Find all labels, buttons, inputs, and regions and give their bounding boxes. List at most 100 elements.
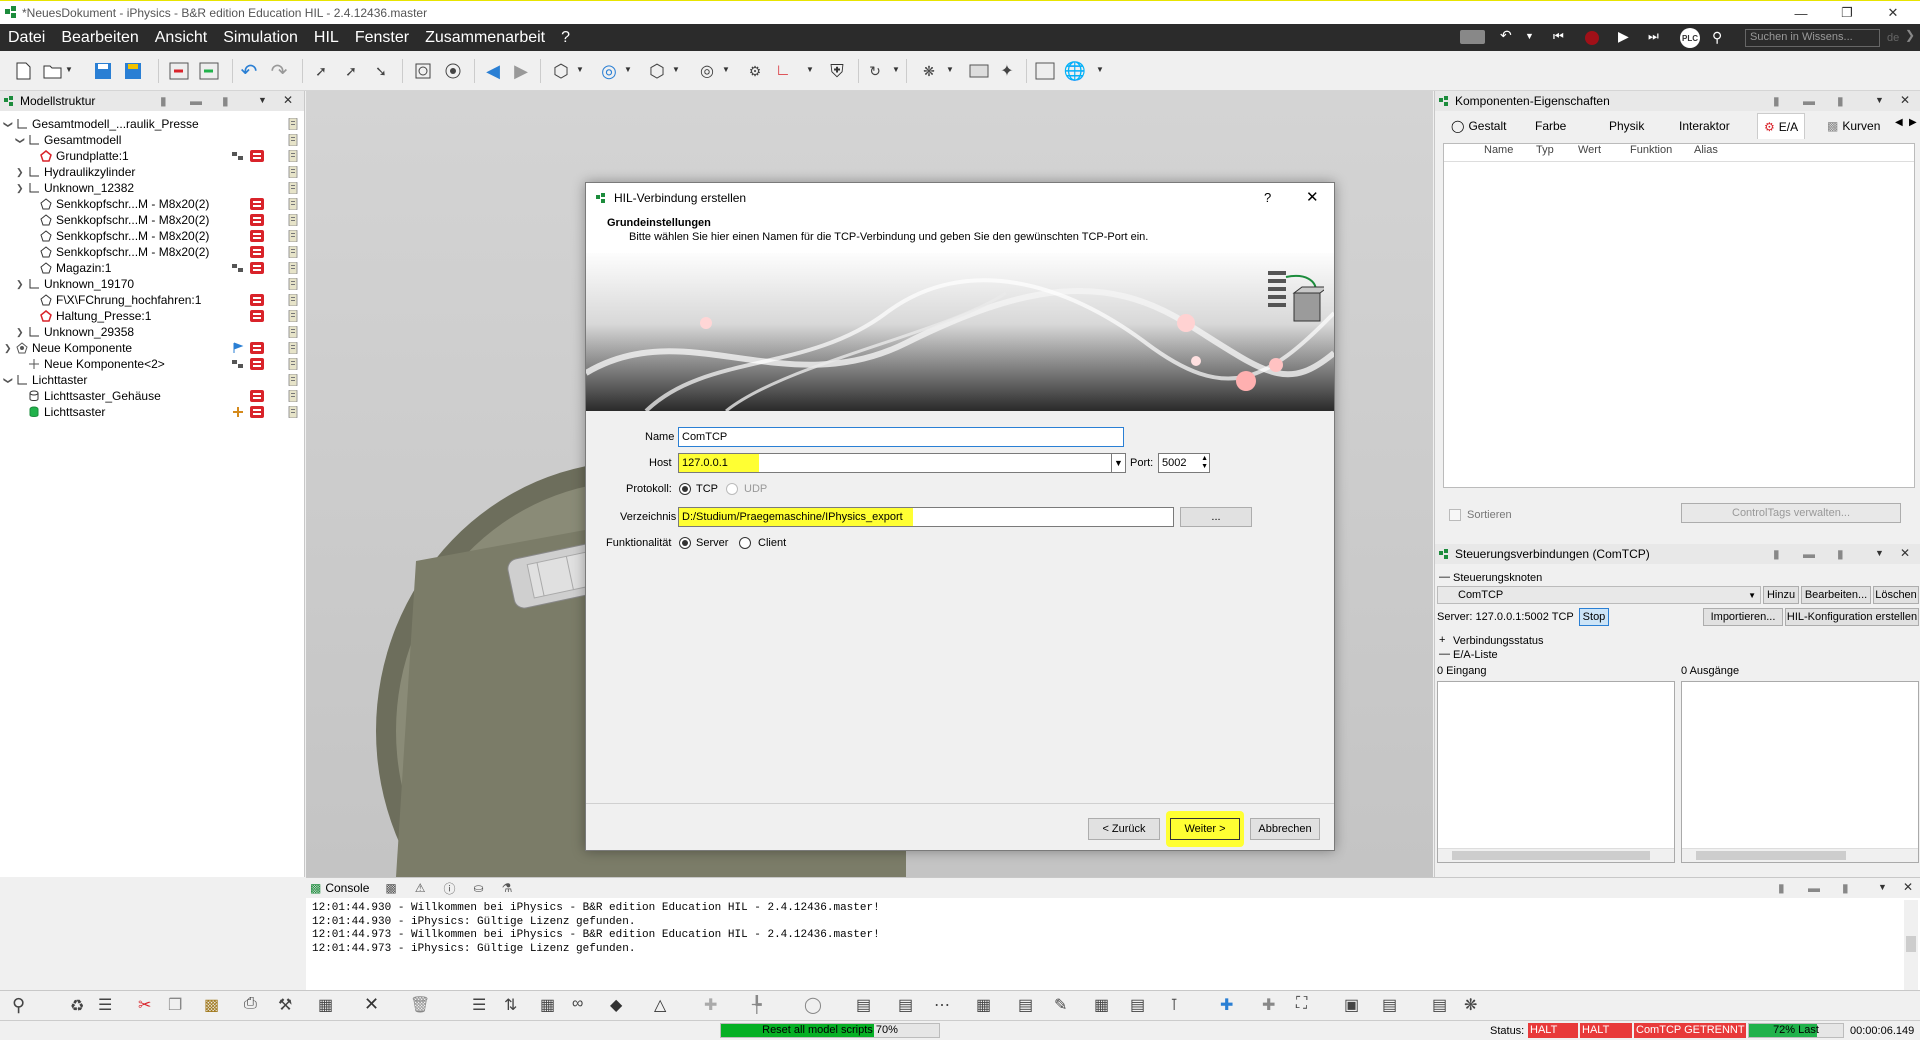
io-badge-icon[interactable] — [250, 390, 264, 402]
film-icon[interactable]: ▤ — [1432, 995, 1447, 1015]
warning-filter-icon[interactable]: ⚠ — [415, 881, 426, 895]
flag-icon[interactable] — [232, 342, 246, 354]
path-icon[interactable]: ↻ — [864, 60, 886, 82]
tree-item[interactable]: F\X\FChrung_hochfahren:1 — [0, 292, 300, 308]
gamepad-icon[interactable]: ⛶ — [1296, 995, 1307, 1013]
display-icon[interactable] — [968, 60, 990, 82]
server-radio[interactable] — [679, 537, 691, 549]
sort-icon[interactable]: ⇅ — [504, 995, 517, 1015]
chevron-right-icon[interactable]: ❯ — [16, 167, 24, 178]
col-alias[interactable]: Alias — [1694, 144, 1744, 161]
console-tab[interactable]: Console — [325, 881, 369, 895]
grid-view-icon[interactable] — [1460, 30, 1485, 44]
chevron-right-icon[interactable]: ❯ — [16, 183, 24, 194]
scrollbar[interactable] — [1438, 848, 1674, 862]
visibility-icon[interactable] — [288, 293, 300, 307]
chevron-down-icon[interactable]: ❯ — [2, 121, 13, 129]
chevron-down-icon[interactable]: ▼ — [946, 65, 954, 74]
io-badge-icon[interactable] — [250, 214, 264, 226]
tree-item[interactable]: ❯ Lichttaster — [0, 372, 300, 388]
skip-forward-icon[interactable]: ⏭ — [1648, 29, 1659, 44]
axis-icon[interactable]: ∟ — [772, 60, 794, 82]
visibility-icon[interactable] — [288, 341, 300, 355]
copy-icon[interactable]: ❐ — [168, 995, 182, 1015]
visibility-icon[interactable] — [288, 309, 300, 323]
menu-simulation[interactable]: Simulation — [215, 24, 306, 51]
minimize-panel-icon[interactable]: ▬ — [1803, 94, 1815, 108]
chevron-down-icon[interactable]: ▼ — [672, 65, 680, 74]
tree-item[interactable]: Magazin:1 — [0, 260, 300, 276]
chevron-down-icon[interactable]: ▼ — [722, 65, 730, 74]
skip-back-icon[interactable]: ⏮ — [1553, 29, 1564, 44]
new-document-icon[interactable] — [12, 60, 34, 82]
visibility-icon[interactable] — [288, 197, 300, 211]
tab-ea[interactable]: ⚙ E/A — [1757, 113, 1806, 139]
wand-icon[interactable]: ✦ — [996, 60, 1018, 82]
minimize-panel-icon[interactable]: ▬ — [1808, 881, 1820, 895]
status-label[interactable]: Verbindungsstatus — [1453, 635, 1544, 647]
chevron-down-icon[interactable]: ▼ — [892, 65, 900, 74]
tree-item[interactable]: Senkkopfschr...M - M8x20(2) — [0, 244, 300, 260]
scrollbar[interactable] — [1904, 900, 1918, 990]
io-badge-icon[interactable] — [250, 150, 264, 162]
plus-icon[interactable] — [232, 406, 246, 418]
tree-item[interactable]: Haltung_Presse:1 — [0, 308, 300, 324]
database-icon[interactable]: ⛀ — [474, 881, 484, 895]
add-item-icon[interactable]: ✚ — [1220, 995, 1233, 1015]
close-window-button[interactable]: ✕ — [1870, 1, 1916, 25]
menu-hil[interactable]: HIL — [306, 24, 347, 51]
visibility-icon[interactable] — [288, 229, 300, 243]
udp-radio[interactable] — [726, 483, 738, 495]
link-badge-icon[interactable] — [232, 150, 246, 162]
tree-item[interactable]: Grundplatte:1 — [0, 148, 300, 164]
play-icon[interactable]: ▶ — [1618, 28, 1629, 45]
io-table[interactable]: Name Typ Wert Funktion Alias — [1443, 143, 1915, 488]
arrow-left-icon[interactable]: ◀ — [482, 60, 504, 82]
spin-arrows-icon[interactable]: ▲ ▼ — [1201, 455, 1208, 471]
node-select[interactable]: ComTCP ▼ — [1437, 586, 1761, 604]
tree-item[interactable]: ❯ Unknown_12382 — [0, 180, 300, 196]
col-typ[interactable]: Typ — [1536, 144, 1578, 161]
chevron-right-icon[interactable]: ❯ — [16, 279, 24, 290]
link-badge-icon[interactable] — [232, 262, 246, 274]
menu-expand-icon[interactable]: ❯ — [1905, 28, 1915, 42]
tab-kurven[interactable]: ▩ Kurven — [1821, 113, 1886, 139]
host-field[interactable]: 127.0.0.1 — [678, 453, 1112, 473]
link-icon[interactable]: ∞ — [572, 995, 583, 1013]
next-button[interactable]: Weiter > — [1170, 818, 1240, 840]
chevron-down-icon[interactable]: ❯ — [14, 137, 25, 145]
col-wert[interactable]: Wert — [1578, 144, 1630, 161]
visibility-icon[interactable] — [288, 389, 300, 403]
close-panel-icon[interactable]: ✕ — [283, 93, 293, 107]
browse-button[interactable]: ... — [1180, 507, 1252, 527]
controltags-button[interactable]: ControlTags verwalten... — [1681, 503, 1901, 523]
save-icon[interactable] — [92, 60, 114, 82]
plc-icon[interactable]: PLC — [1680, 28, 1700, 48]
collapse-icon[interactable]: — — [1439, 571, 1450, 583]
globe-icon[interactable]: 🌐 — [1064, 60, 1086, 82]
tree-item[interactable]: Lichttsaster — [0, 404, 300, 420]
visibility-icon[interactable] — [288, 405, 300, 419]
layers-icon[interactable]: ▤ — [1130, 995, 1145, 1015]
language-label[interactable]: de — [1887, 32, 1899, 44]
tab-scroll-left-icon[interactable]: ◀ — [1895, 117, 1903, 128]
search-input[interactable]: Suchen in Wissens... — [1745, 29, 1880, 47]
chevron-down-icon[interactable]: ▼ — [258, 95, 267, 105]
menu-bearbeiten[interactable]: Bearbeiten — [53, 24, 146, 51]
paste-icon[interactable]: ▩ — [204, 995, 219, 1015]
chevron-down-icon[interactable]: ❯ — [2, 377, 13, 385]
close-panel-icon[interactable]: ✕ — [1900, 546, 1910, 560]
tools-icon[interactable]: ⚒ — [278, 995, 292, 1015]
tree-item[interactable]: ❯ Gesamtmodell — [0, 132, 300, 148]
visibility-icon[interactable] — [288, 181, 300, 195]
redo-icon[interactable]: ↷ — [268, 60, 290, 83]
pen-icon[interactable]: ✎ — [1054, 995, 1067, 1015]
chevron-down-icon[interactable]: ▼ — [1875, 548, 1884, 558]
info-filter-icon[interactable]: ▩ — [385, 881, 396, 895]
menu-ansicht[interactable]: Ansicht — [147, 24, 215, 51]
joint-icon[interactable]: ╄ — [752, 995, 762, 1015]
branch-icon[interactable]: ⊺ — [1170, 995, 1178, 1015]
window-icon[interactable]: ▤ — [1382, 995, 1397, 1015]
ealist-label[interactable]: E/A-Liste — [1453, 649, 1498, 661]
close-panel-icon[interactable]: ✕ — [1900, 93, 1910, 107]
